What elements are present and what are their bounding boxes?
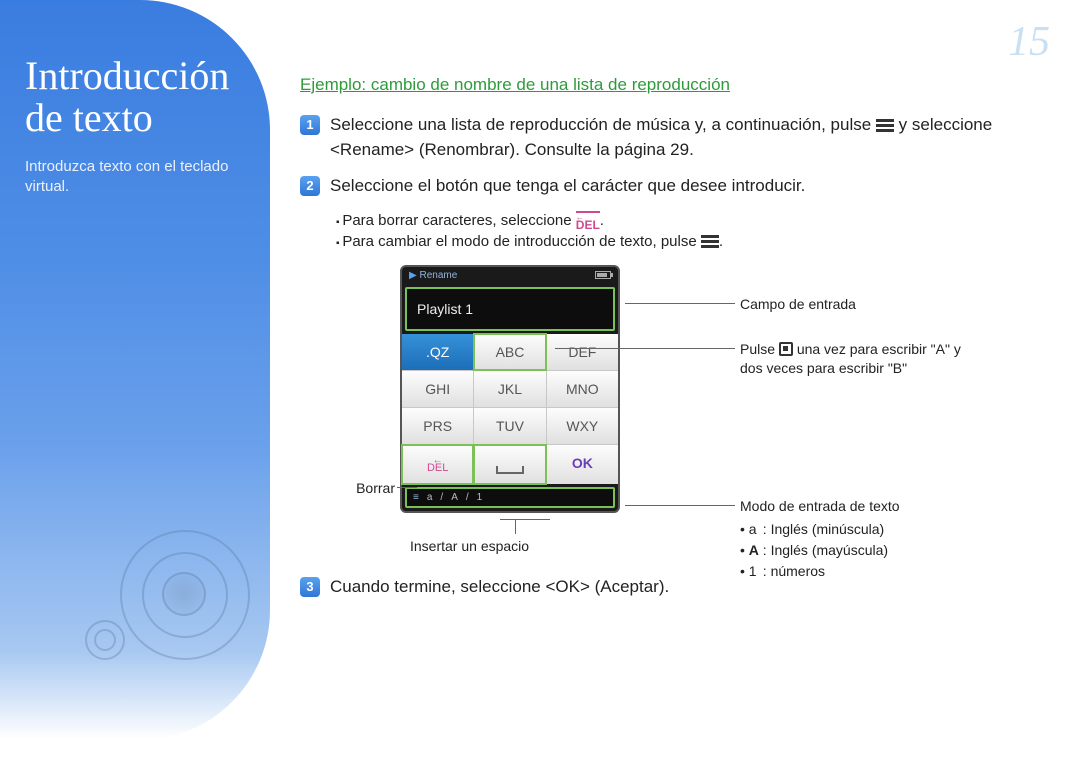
key-tuv[interactable]: TUV — [474, 408, 545, 444]
sidebar-subtitle: Introduzca texto con el teclado virtual. — [25, 157, 242, 198]
center-button-icon — [779, 342, 793, 356]
callout-space: Insertar un espacio — [410, 537, 550, 556]
step-3-text: Cuando termine, seleccione <OK> (Aceptar… — [330, 575, 669, 600]
step-badge-3: 3 — [300, 577, 320, 597]
del-icon: DEL — [576, 211, 600, 231]
key-ok[interactable]: OK — [547, 445, 618, 484]
callout-delete: Borrar — [340, 479, 395, 498]
sidebar-title: Introducción de texto — [25, 55, 242, 139]
mode-number-icon: 1 — [749, 562, 763, 581]
callout-mode: Modo de entrada de texto a: Inglés (minú… — [740, 497, 1000, 583]
page-number: 15 — [1008, 18, 1050, 66]
key-del[interactable]: DEL — [402, 445, 473, 484]
phone-mockup: ▶ Rename Playlist 1 .QZ ABC DEF GHI JKL … — [400, 265, 620, 513]
keyboard-diagram: ▶ Rename Playlist 1 .QZ ABC DEF GHI JKL … — [380, 265, 1000, 555]
key-def[interactable]: DEF — [547, 334, 618, 370]
menu-icon — [876, 119, 894, 133]
sidebar: Introducción de texto Introduzca texto c… — [0, 0, 270, 740]
key-wxy[interactable]: WXY — [547, 408, 618, 444]
key-mno[interactable]: MNO — [547, 371, 618, 407]
battery-icon — [595, 271, 611, 279]
key-jkl[interactable]: JKL — [474, 371, 545, 407]
mode-lowercase-icon: a — [749, 520, 763, 539]
key-ghi[interactable]: GHI — [402, 371, 473, 407]
key-abc[interactable]: ABC — [474, 334, 545, 370]
step-2: 2 Seleccione el botón que tenga el carác… — [300, 174, 1050, 199]
key-qz[interactable]: .QZ — [402, 334, 473, 370]
step-badge-1: 1 — [300, 115, 320, 135]
phone-title: Rename — [419, 270, 457, 281]
mode-menu-icon: ≡ — [413, 492, 419, 503]
example-heading: Ejemplo: cambio de nombre de una lista d… — [300, 75, 1050, 95]
step-1: 1 Seleccione una lista de reproducción d… — [300, 113, 1050, 162]
play-icon: ▶ — [409, 270, 417, 281]
key-space[interactable] — [474, 445, 545, 484]
main-content: Ejemplo: cambio de nombre de una lista d… — [300, 75, 1050, 612]
mode-uppercase-icon: A — [749, 541, 763, 560]
step-2-text: Seleccione el botón que tenga el carácte… — [330, 174, 805, 199]
callout-input-field: Campo de entrada — [740, 295, 856, 314]
menu-icon — [701, 235, 719, 249]
step-badge-2: 2 — [300, 176, 320, 196]
bullet-delete: Para borrar caracteres, seleccione DEL. — [336, 211, 1050, 231]
input-field[interactable]: Playlist 1 — [405, 287, 615, 331]
bullet-mode: Para cambiar el modo de introducción de … — [336, 233, 1050, 250]
callout-abc-key: Pulse una vez para escribir "A" y dos ve… — [740, 340, 970, 378]
mode-bar: ≡ a/A/1 — [405, 487, 615, 508]
key-prs[interactable]: PRS — [402, 408, 473, 444]
step-1-text-a: Seleccione una lista de reproducción de … — [330, 115, 871, 134]
decorative-circles — [70, 500, 270, 700]
